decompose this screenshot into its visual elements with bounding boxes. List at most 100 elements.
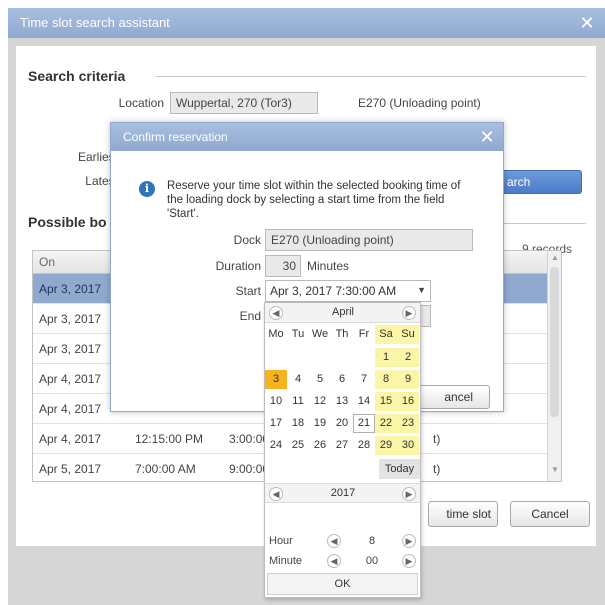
day-cell[interactable]: 20 xyxy=(331,414,353,433)
day-cell[interactable]: 22 xyxy=(375,414,397,433)
next-month-icon[interactable]: ▶ xyxy=(402,306,416,320)
day-cell[interactable]: 7 xyxy=(353,370,375,389)
day-cell[interactable]: 16 xyxy=(397,392,419,411)
start-value: Apr 3, 2017 7:30:00 AM xyxy=(270,284,397,298)
scroll-up-icon[interactable]: ▲ xyxy=(550,253,560,263)
weekday-label: Th xyxy=(335,328,349,340)
end-label: End xyxy=(239,309,261,323)
day-cell[interactable]: 15 xyxy=(375,392,397,411)
scroll-thumb[interactable] xyxy=(550,267,559,417)
day-cell[interactable]: 24 xyxy=(265,436,287,455)
date-cell: Apr 3, 2017 xyxy=(39,312,102,326)
minute-decrease-icon[interactable]: ◀ xyxy=(327,554,341,568)
day-cell[interactable]: 17 xyxy=(265,414,287,433)
today-button[interactable]: Today xyxy=(379,459,420,479)
weekday-label: Sa xyxy=(375,325,397,344)
possible-bookings-heading: Possible bo xyxy=(28,214,107,230)
day-cell[interactable]: 4 xyxy=(287,370,309,389)
week-row: 10 11 12 13 14 15 16 xyxy=(265,390,420,412)
day-cell[interactable]: 19 xyxy=(309,414,331,433)
chevron-down-icon[interactable]: ▼ xyxy=(417,285,426,295)
weekday-label: Tu xyxy=(291,328,305,340)
day-cell[interactable]: 13 xyxy=(331,392,353,411)
location-field: Wuppertal, 270 (Tor3) xyxy=(170,92,318,114)
day-cell[interactable]: 1 xyxy=(375,348,397,367)
day-cell[interactable]: 6 xyxy=(331,370,353,389)
close-icon[interactable]: ✕ xyxy=(577,13,597,33)
day-cell[interactable]: 29 xyxy=(375,436,397,455)
latest-label: Latest xyxy=(85,174,118,188)
day-cell[interactable]: 14 xyxy=(353,392,375,411)
search-button[interactable]: arch xyxy=(494,170,582,194)
day-cell[interactable]: 2 xyxy=(397,348,419,367)
day-cell[interactable]: 25 xyxy=(287,436,309,455)
dock-label: Dock xyxy=(233,233,261,247)
end-cell: 9:00:00 xyxy=(229,462,270,476)
duration-field: 30 xyxy=(265,255,301,277)
date-picker-popup: ◀ April ▶ Mo Tu We Th Fr Sa Su 1 2 3 4 5… xyxy=(264,302,421,598)
minute-increase-icon[interactable]: ▶ xyxy=(402,554,416,568)
select-time-slot-button[interactable]: time slot xyxy=(428,501,498,527)
day-cell[interactable]: 27 xyxy=(331,436,353,455)
date-cell: Apr 4, 2017 xyxy=(39,432,102,446)
day-cell[interactable]: 9 xyxy=(397,370,419,389)
date-cell: Apr 3, 2017 xyxy=(39,342,102,356)
search-criteria-heading: Search criteria xyxy=(28,68,126,84)
day-cell[interactable]: 23 xyxy=(397,414,419,433)
week-row: 3 4 5 6 7 8 9 xyxy=(265,368,420,390)
dock-field: E270 (Unloading point) xyxy=(265,229,473,251)
hour-value[interactable]: 8 xyxy=(357,535,387,547)
day-cell[interactable]: 12 xyxy=(309,392,331,411)
prev-month-icon[interactable]: ◀ xyxy=(269,306,283,320)
day-cell[interactable]: 28 xyxy=(353,436,375,455)
date-cell: Apr 3, 2017 xyxy=(39,282,102,296)
hour-label: Hour xyxy=(269,535,293,547)
cancel-button[interactable]: Cancel xyxy=(510,501,590,527)
minute-label: Minute xyxy=(269,555,303,567)
day-cell[interactable]: 10 xyxy=(265,392,287,411)
hour-increase-icon[interactable]: ▶ xyxy=(402,534,416,548)
weekday-row: Mo Tu We Th Fr Sa Su xyxy=(265,325,420,345)
hour-decrease-icon[interactable]: ◀ xyxy=(327,534,341,548)
start-datetime-picker[interactable]: Apr 3, 2017 7:30:00 AM ▼ xyxy=(265,280,431,302)
dialog-title: Time slot search assistant xyxy=(8,8,605,38)
end-cell: 3:00:00 xyxy=(229,432,270,446)
extra-cell: t) xyxy=(433,432,441,446)
day-cell[interactable]: 30 xyxy=(397,436,419,455)
weekday-label: We xyxy=(311,328,329,340)
ok-button[interactable]: OK xyxy=(267,573,418,595)
earliest-label: Earliest xyxy=(77,150,118,164)
month-header: ◀ April ▶ xyxy=(265,303,420,323)
prev-year-icon[interactable]: ◀ xyxy=(269,487,283,501)
day-cell[interactable]: 11 xyxy=(287,392,309,411)
day-cell[interactable]: 8 xyxy=(375,370,397,389)
start-label: Start xyxy=(235,284,261,298)
day-cell[interactable]: 26 xyxy=(309,436,331,455)
info-message: Reserve your time slot within the select… xyxy=(167,180,461,220)
date-cell: Apr 4, 2017 xyxy=(39,402,102,416)
start-cell: 7:00:00 AM xyxy=(135,462,196,476)
next-year-icon[interactable]: ▶ xyxy=(402,487,416,501)
week-row: 24 25 26 27 28 29 30 xyxy=(265,434,420,456)
day-cell[interactable]: 5 xyxy=(309,370,331,389)
modal-cancel-button[interactable]: ancel xyxy=(416,385,490,409)
week-row: 1 2 xyxy=(265,346,420,368)
minute-value[interactable]: 00 xyxy=(357,555,387,567)
section-divider xyxy=(156,76,586,77)
day-cell-selected[interactable]: 3 xyxy=(265,370,287,389)
year-header: ◀ 2017 ▶ xyxy=(265,483,420,503)
duration-unit: Minutes xyxy=(307,259,350,273)
day-cell-today[interactable]: 21 xyxy=(353,414,375,433)
close-icon[interactable]: ✕ xyxy=(477,127,497,147)
grid-scrollbar[interactable]: ▲ ▼ xyxy=(547,251,561,481)
extra-cell: t) xyxy=(433,462,441,476)
month-label: April xyxy=(331,306,354,318)
location-extra: E270 (Unloading point) xyxy=(358,96,481,110)
scroll-down-icon[interactable]: ▼ xyxy=(550,465,560,475)
info-icon: i xyxy=(139,181,155,197)
day-cell[interactable]: 18 xyxy=(287,414,309,433)
weekday-label: Fr xyxy=(358,328,370,340)
date-cell: Apr 4, 2017 xyxy=(39,372,102,386)
column-header-on[interactable]: On xyxy=(39,255,55,269)
location-label: Location xyxy=(118,96,164,110)
